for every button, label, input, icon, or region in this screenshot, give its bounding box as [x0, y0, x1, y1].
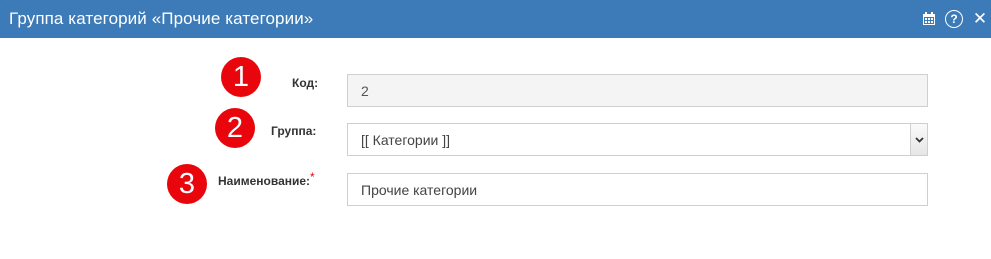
callout-badge-2: 2: [215, 108, 255, 148]
code-field[interactable]: 2: [347, 74, 928, 107]
help-icon[interactable]: ?: [945, 10, 963, 28]
name-label: Наименование:*: [218, 170, 315, 188]
callout-badge-3: 3: [167, 164, 207, 204]
chevron-down-icon[interactable]: [910, 124, 927, 155]
dialog-window: Группа категорий «Прочие категории» ? ✕: [0, 0, 991, 259]
group-select[interactable]: [[ Категории ]]: [347, 123, 928, 156]
title-bar: Группа категорий «Прочие категории» ? ✕: [0, 0, 991, 38]
window-title: Группа категорий «Прочие категории»: [9, 9, 314, 28]
calendar-icon[interactable]: [921, 11, 937, 27]
name-label-text: Наименование:: [218, 174, 311, 188]
required-mark: *: [310, 170, 315, 184]
group-select-value: [[ Категории ]]: [361, 131, 451, 148]
callout-badge-1: 1: [221, 57, 261, 97]
title-bar-actions: ? ✕: [921, 0, 987, 38]
name-field[interactable]: Прочие категории: [347, 173, 928, 206]
code-label: Код:: [292, 76, 319, 90]
close-icon[interactable]: ✕: [973, 10, 987, 27]
group-label: Группа:: [271, 124, 317, 138]
